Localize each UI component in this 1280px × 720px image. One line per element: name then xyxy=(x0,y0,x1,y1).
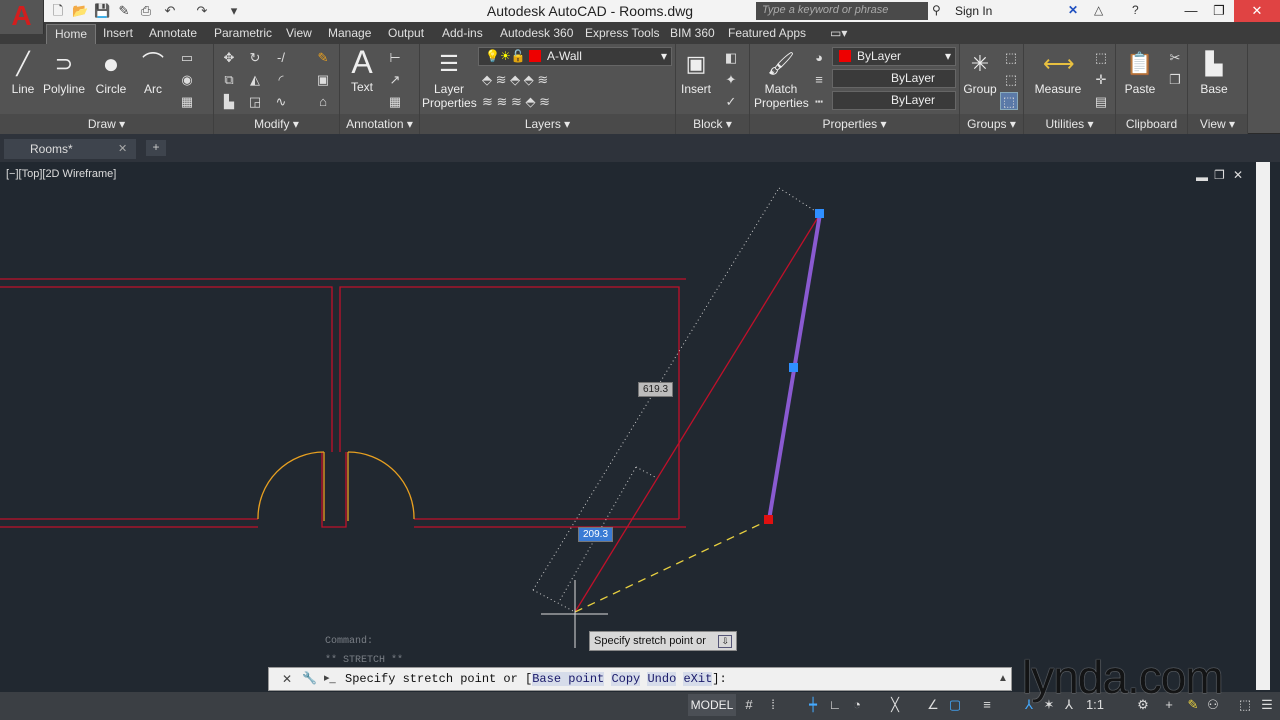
option-undo[interactable]: Undo xyxy=(647,672,677,686)
grip-mid[interactable] xyxy=(789,363,798,372)
polar-icon[interactable]: ◔ xyxy=(848,696,866,714)
ortho-icon[interactable]: ∟ xyxy=(826,696,844,714)
history-line: Command: xyxy=(325,636,374,647)
grip-end[interactable] xyxy=(815,209,824,218)
option-copy[interactable]: Copy xyxy=(611,672,641,686)
model-space-button[interactable]: MODEL xyxy=(688,694,736,716)
close-command-line-icon[interactable]: ✕ xyxy=(282,672,292,686)
option-exit[interactable]: eXit xyxy=(683,672,713,686)
vertical-scrollbar[interactable] xyxy=(1256,162,1270,690)
customization-menu-icon[interactable]: ☰ xyxy=(1258,696,1276,714)
dimension-length-input[interactable]: 619.3 xyxy=(638,382,674,397)
tooltip-text: Specify stretch point or xyxy=(594,635,706,647)
option-base-point[interactable]: Base point xyxy=(532,672,605,686)
door-swings xyxy=(257,451,415,521)
lynda-watermark: lynda.com xyxy=(1022,651,1224,703)
selection-cycling-icon[interactable]: ▢ xyxy=(946,696,964,714)
clean-screen-icon[interactable]: ⬚ xyxy=(1236,696,1254,714)
application-menu-button[interactable]: A xyxy=(0,0,44,34)
command-history-toggle-icon[interactable]: ▲ xyxy=(998,673,1008,684)
osnap-tracking-icon[interactable]: ╳ xyxy=(886,696,904,714)
dimension-angle-input[interactable]: 209.3 xyxy=(578,527,614,542)
command-input[interactable]: Specify stretch point or [Base point Cop… xyxy=(345,672,727,686)
grid-icon[interactable]: # xyxy=(740,696,758,714)
dimension-guides xyxy=(532,187,821,613)
drawing-canvas[interactable] xyxy=(0,0,1280,720)
grip-hot[interactable] xyxy=(764,515,773,524)
command-history: Command: ** STRETCH ** xyxy=(325,632,403,670)
walls xyxy=(0,213,821,613)
command-suffix: ]: xyxy=(712,672,727,686)
command-prompt: Specify stretch point or [ xyxy=(345,672,533,686)
customize-wrench-icon[interactable]: 🔧 xyxy=(302,671,317,685)
snap-icon[interactable]: ⁞ xyxy=(764,696,782,714)
object-snap-icon[interactable]: ∠ xyxy=(924,696,942,714)
lineweight-display-icon[interactable]: ≡ xyxy=(978,696,996,714)
options-arrow-icon[interactable]: ⇩ xyxy=(718,635,732,648)
command-prompt-icon[interactable]: ▸_ xyxy=(324,671,336,684)
dynamic-input-tooltip: Specify stretch point or ⇩ xyxy=(589,631,737,651)
dynamic-input-icon[interactable]: ┿ xyxy=(804,696,822,714)
